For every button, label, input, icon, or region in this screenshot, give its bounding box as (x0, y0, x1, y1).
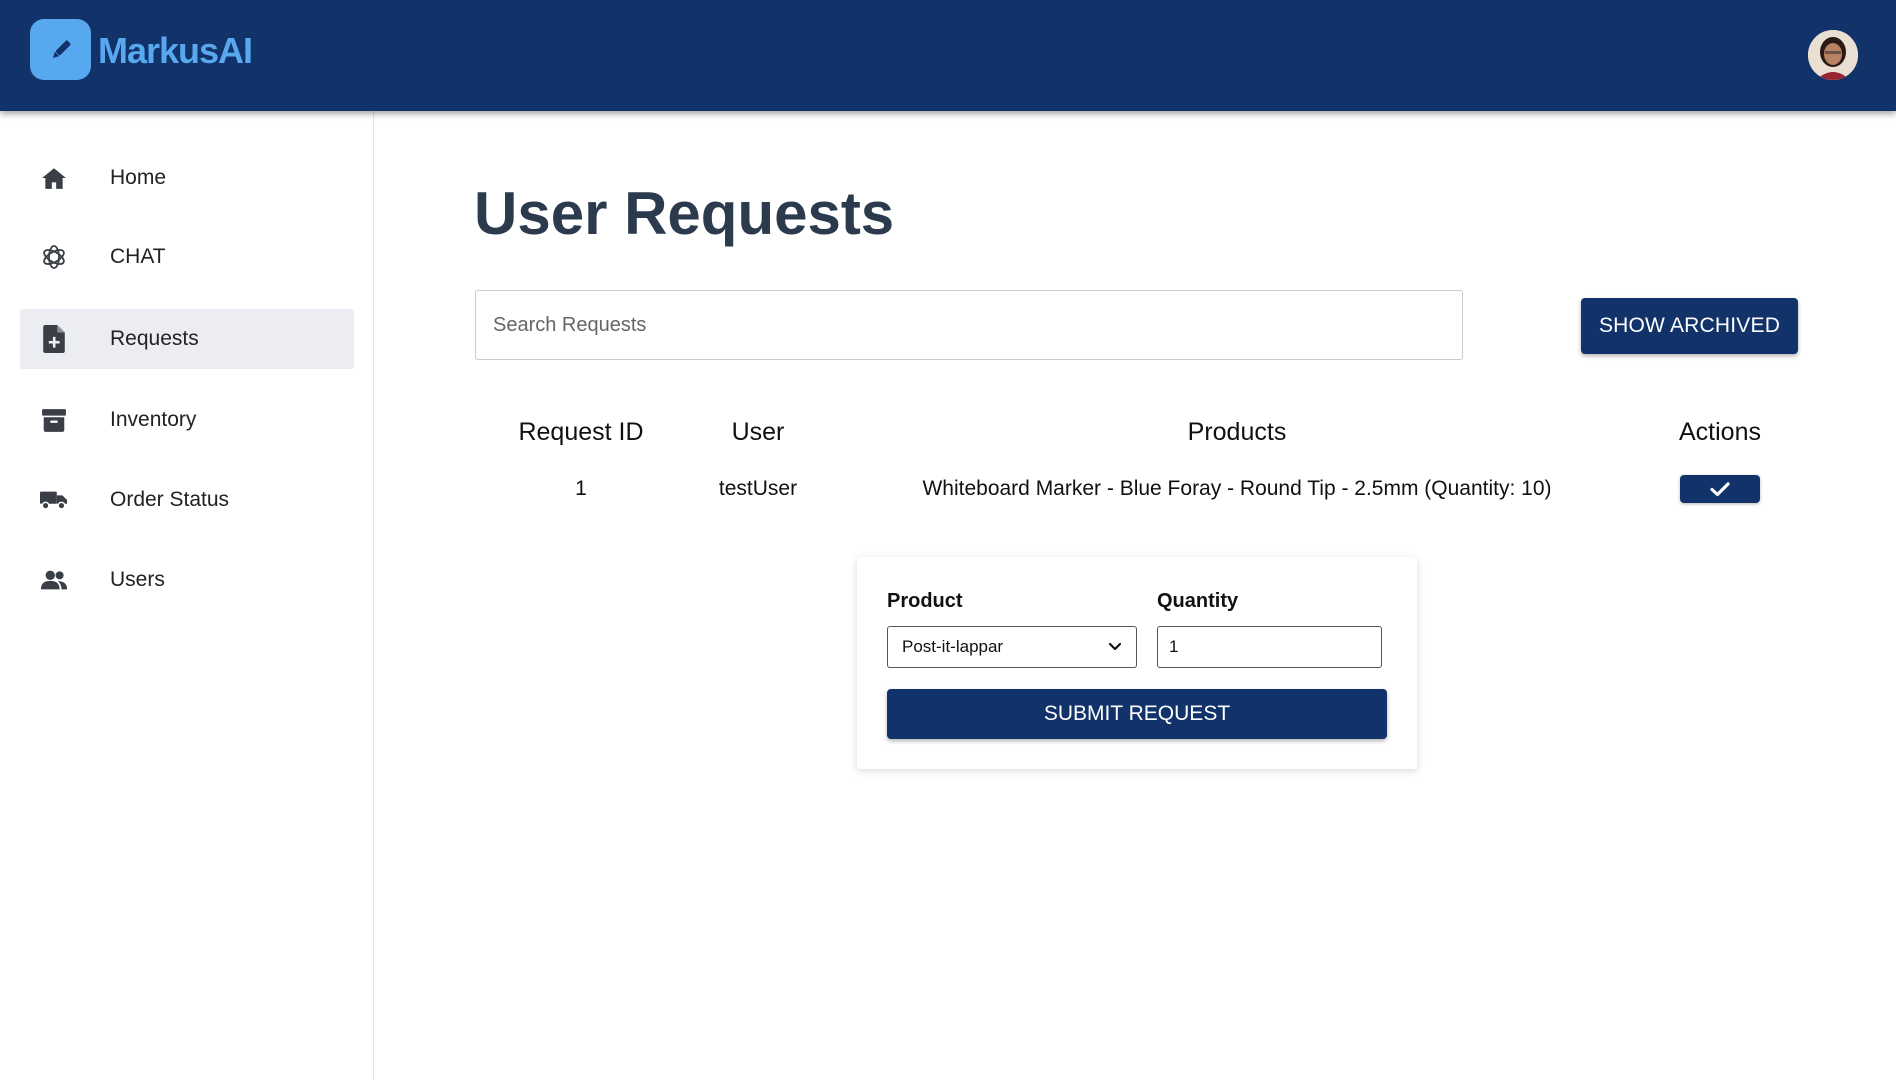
sidebar-item-chat[interactable]: CHAT (20, 227, 354, 287)
product-select-value: Post-it-lappar (902, 637, 1004, 656)
chat-icon (40, 243, 68, 271)
quantity-input[interactable] (1157, 626, 1382, 668)
column-header-products: Products (1187, 418, 1287, 446)
product-label: Product (887, 590, 963, 612)
submit-request-button[interactable]: SUBMIT REQUEST (887, 689, 1387, 739)
page-title: User Requests (474, 180, 895, 247)
sidebar-item-label: Order Status (110, 488, 230, 511)
app-logo[interactable] (30, 19, 91, 80)
avatar-image (1808, 30, 1858, 80)
show-archived-button[interactable]: SHOW ARCHIVED (1581, 298, 1798, 354)
user-cell: testUser (718, 477, 798, 500)
sidebar-item-home[interactable]: Home (20, 148, 354, 208)
check-icon (1710, 482, 1730, 497)
pencil-icon (52, 39, 71, 58)
app-name[interactable]: MarkusAI (98, 29, 253, 73)
file-plus-icon (40, 325, 68, 353)
sidebar: Home CHAT Requests Inventory Order Statu… (0, 111, 374, 1080)
search-input[interactable] (475, 290, 1463, 360)
user-avatar[interactable] (1808, 30, 1858, 80)
sidebar-item-users[interactable]: Users (20, 550, 354, 610)
column-header-user: User (731, 418, 785, 446)
column-header-request-id: Request ID (518, 418, 644, 446)
request-id-cell: 1 (575, 477, 587, 500)
sidebar-item-label: Inventory (110, 408, 197, 431)
users-icon (40, 566, 68, 594)
archive-box-icon (40, 406, 68, 434)
truck-icon (40, 486, 68, 514)
quantity-label: Quantity (1157, 590, 1239, 612)
product-select[interactable]: Post-it-lappar (887, 626, 1137, 668)
approve-request-button[interactable] (1680, 475, 1760, 503)
chevron-down-icon (1108, 642, 1122, 651)
products-cell: Whiteboard Marker - Blue Foray - Round T… (922, 477, 1552, 500)
sidebar-item-label: Home (110, 166, 167, 189)
column-header-actions: Actions (1679, 418, 1761, 446)
sidebar-item-requests[interactable]: Requests (20, 309, 354, 369)
top-app-bar: MarkusAI (0, 0, 1896, 111)
sidebar-item-label: Requests (110, 327, 199, 350)
sidebar-item-label: Users (110, 568, 165, 591)
sidebar-item-order-status[interactable]: Order Status (20, 470, 354, 530)
sidebar-item-label: CHAT (110, 245, 166, 268)
home-icon (40, 164, 68, 192)
sidebar-item-inventory[interactable]: Inventory (20, 390, 354, 450)
